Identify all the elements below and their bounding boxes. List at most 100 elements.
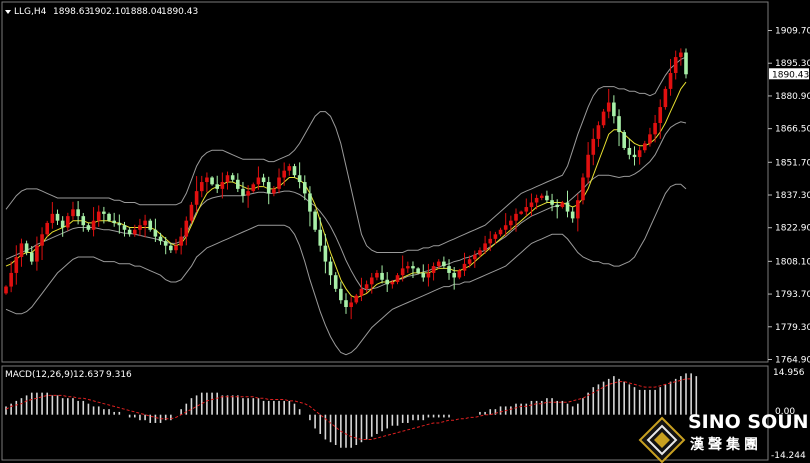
candle-body	[199, 182, 204, 192]
candle-body	[668, 72, 673, 89]
price-tick-label: 1837.30	[775, 191, 810, 201]
candle-body	[576, 200, 580, 219]
candle-body	[472, 254, 477, 260]
macd-main-value: 12.637	[73, 370, 105, 380]
candle-body	[313, 211, 317, 230]
price-tick-label: 1764.90	[775, 356, 810, 366]
candle-body	[318, 229, 323, 246]
candle-body	[478, 250, 482, 255]
candle-body	[55, 213, 60, 221]
candle-body	[287, 166, 292, 171]
trading-chart[interactable]: 1909.70 1895.30 1880.90 1866.50 1851.70 1837.…	[0, 0, 810, 463]
candle-body	[591, 138, 596, 155]
candle-body	[266, 182, 271, 194]
candle-body	[679, 52, 683, 58]
candle-body	[514, 213, 518, 221]
candle-body	[24, 243, 29, 253]
candle-body	[663, 88, 668, 108]
macd-axis-bottom: -14.244	[771, 451, 806, 461]
candle-body	[534, 197, 539, 203]
candle-body	[648, 134, 652, 144]
candle-body	[302, 182, 307, 194]
price-tick-label: 1779.30	[775, 323, 810, 333]
candle-body	[400, 268, 405, 276]
candle-body	[411, 266, 415, 269]
candle-body	[684, 52, 688, 75]
candle-body	[509, 220, 513, 226]
candle-body	[261, 177, 266, 183]
candle-body	[225, 175, 230, 183]
close-value: 1890.43	[161, 7, 198, 17]
candle-body	[163, 241, 168, 246]
candle-body	[596, 125, 601, 139]
macd-axis-top: 14.956	[773, 368, 805, 378]
candle-body	[601, 111, 606, 126]
candle-body	[169, 245, 173, 251]
candle-body	[581, 177, 585, 201]
candle-body	[529, 202, 534, 208]
candle-body	[246, 191, 250, 196]
symbol-label: LLG,H4	[14, 7, 47, 17]
chart-background	[0, 0, 810, 463]
candle-body	[627, 147, 632, 155]
candle	[684, 48, 688, 79]
candle-body	[50, 213, 55, 223]
candle-body	[416, 268, 420, 273]
price-tick-label: 1880.90	[775, 92, 810, 102]
candle-body	[86, 225, 91, 230]
brand-chinese-name: 漢聲集團	[690, 436, 762, 453]
candle-body	[498, 229, 503, 235]
macd-label: MACD(12,26,9)	[5, 370, 73, 380]
candle-body	[642, 143, 647, 151]
candle-body	[369, 277, 374, 285]
candle-body	[112, 220, 116, 223]
candle-body	[251, 184, 256, 192]
candle-body	[442, 261, 446, 267]
candle-body	[606, 102, 611, 112]
candle-body	[349, 302, 353, 308]
candle-body	[344, 300, 348, 308]
candle-body	[60, 220, 65, 228]
candle-body	[215, 184, 220, 189]
candle-body	[586, 154, 590, 178]
candle-body	[19, 243, 24, 258]
price-tick-label: 1808.10	[775, 257, 810, 267]
candle-body	[560, 202, 565, 208]
candle-body	[189, 204, 194, 221]
candle-body	[40, 234, 44, 246]
brand-name: SINO SOUND	[688, 411, 810, 433]
candle-body	[297, 175, 302, 183]
candle-body	[539, 195, 544, 198]
candle	[189, 201, 194, 224]
price-tick-label: 1793.70	[775, 290, 810, 300]
candle-body	[503, 225, 508, 230]
candle-body	[29, 252, 34, 262]
candle-body	[612, 102, 616, 117]
open-value: 1898.63	[53, 7, 90, 17]
candle	[663, 86, 668, 110]
candle	[313, 209, 317, 232]
candle-body	[308, 193, 312, 212]
candle-body	[375, 272, 379, 278]
candle-body	[658, 107, 663, 123]
candle-body	[431, 266, 436, 273]
candle-body	[673, 57, 678, 73]
high-value: 1902.10	[89, 7, 126, 17]
candle	[622, 130, 626, 150]
candle-body	[359, 288, 364, 296]
candle-body	[117, 222, 122, 226]
candle-body	[395, 275, 400, 283]
candle-body	[380, 272, 384, 280]
candle-body	[71, 209, 75, 217]
candle-body	[158, 236, 163, 242]
candle-body	[143, 220, 147, 226]
candle-body	[174, 245, 178, 251]
candle-body	[14, 257, 19, 273]
candle	[601, 108, 606, 128]
price-tick-label: 1909.70	[775, 27, 810, 37]
candle-body	[9, 272, 13, 287]
candle-body	[256, 177, 261, 185]
candle-body	[637, 150, 642, 158]
candle-body	[524, 207, 529, 212]
candle-body	[333, 275, 338, 289]
